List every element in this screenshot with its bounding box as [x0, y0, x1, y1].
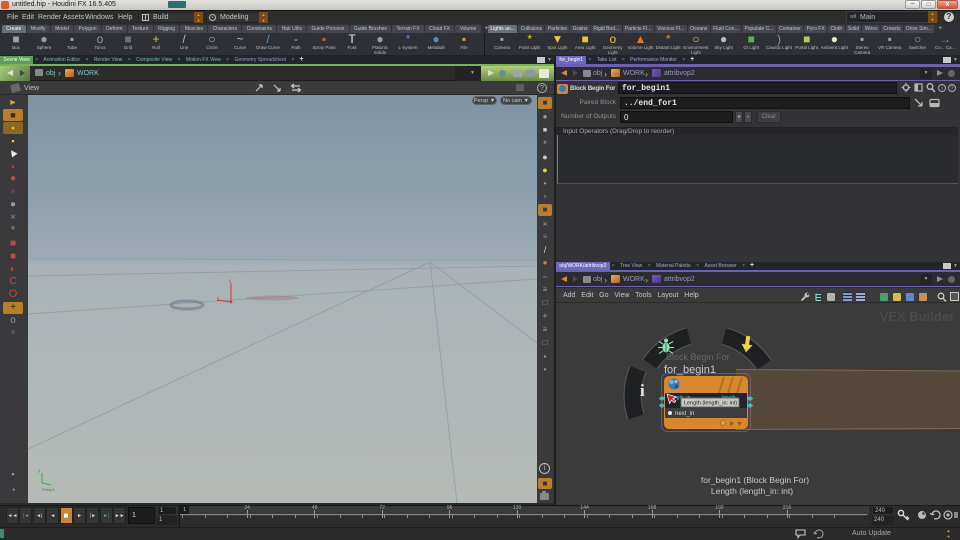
svg-text:y: y	[38, 468, 41, 474]
svg-text:for_begin1 (Block Begin For): for_begin1 (Block Begin For)	[701, 475, 809, 485]
svg-text:Block Begin For: Block Begin For	[666, 352, 730, 362]
svg-text:Length (length_in: int): Length (length_in: int)	[711, 486, 793, 496]
svg-text:i: i	[640, 381, 645, 400]
svg-text:Length (length_in: int): Length (length_in: int)	[684, 401, 737, 407]
svg-text:for_begin1: for_begin1	[664, 364, 716, 376]
svg-text:Persp1: Persp1	[42, 487, 55, 492]
svg-text:next_in: next_in	[675, 411, 694, 417]
svg-text:y: y	[229, 278, 232, 283]
